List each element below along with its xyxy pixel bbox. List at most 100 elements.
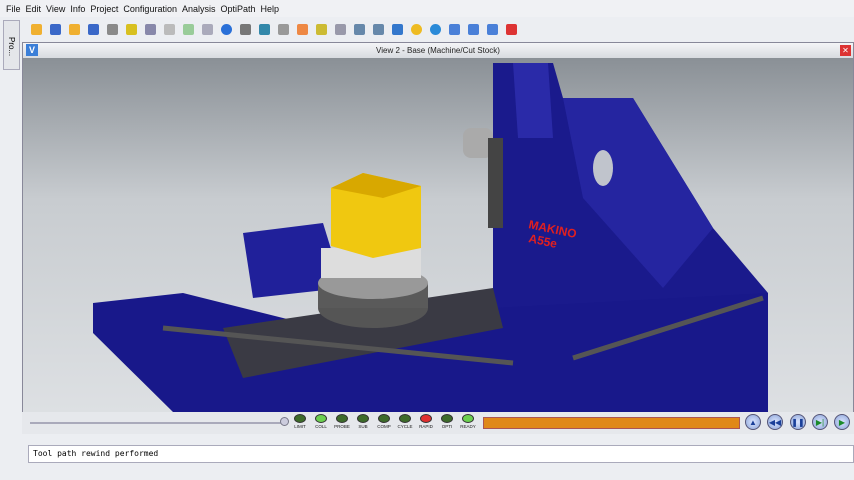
chart-button[interactable] (256, 21, 272, 37)
close-views-icon (505, 23, 517, 35)
open-folder-icon (30, 23, 42, 35)
tree-icon (144, 23, 156, 35)
indicator-light-icon (357, 414, 369, 423)
indicator-label: CYCLE (397, 424, 413, 429)
doc-icon (163, 23, 175, 35)
menu-optipath[interactable]: OptiPath (220, 4, 255, 14)
zoom-in-button[interactable] (351, 21, 367, 37)
indicator-label: OPTI (441, 424, 453, 429)
probe-icon (277, 23, 289, 35)
indicator-label: COMP (377, 424, 391, 429)
split-vertical-icon (467, 23, 479, 35)
step-back-button[interactable]: ◀◀ (767, 414, 783, 430)
machine-button[interactable] (237, 21, 253, 37)
monitor-button[interactable] (199, 21, 215, 37)
menu-project[interactable]: Project (90, 4, 118, 14)
shield-icon (125, 23, 137, 35)
open-button[interactable] (66, 21, 82, 37)
indicator-coll: COLL (313, 414, 329, 430)
simulation-controls: LIMIT COLL PROBE SUB COMP CYCLE RAPID OPTI READY… (22, 412, 854, 434)
split-vertical-button[interactable] (465, 21, 481, 37)
indicator-comp: COMP (376, 414, 392, 430)
check-doc-icon (182, 23, 194, 35)
tools-button[interactable] (104, 21, 120, 37)
info-icon (220, 23, 232, 35)
close-view-button[interactable]: ✕ (840, 45, 851, 56)
simulation-progress-bar (483, 417, 740, 429)
indicator-label: COLL (315, 424, 327, 429)
indicator-light-icon (315, 414, 327, 423)
indicator-cycle: CYCLE (397, 414, 413, 430)
tools-icon (106, 23, 118, 35)
menu-edit[interactable]: Edit (26, 4, 42, 14)
vericut-logo-icon: V (26, 44, 38, 56)
zoom-out-button[interactable] (370, 21, 386, 37)
sphere-button[interactable] (408, 21, 424, 37)
rotate-button[interactable] (427, 21, 443, 37)
fixture-button[interactable] (313, 21, 329, 37)
indicator-light-icon (462, 414, 474, 423)
single-view-icon (448, 23, 460, 35)
menu-bar: File Edit View Info Project Configuration Anal… (0, 0, 854, 17)
indicator-opti: OPTI (439, 414, 455, 430)
split-horizontal-icon (486, 23, 498, 35)
doc-button[interactable] (161, 21, 177, 37)
probe-button[interactable] (275, 21, 291, 37)
rotate-icon (429, 23, 441, 35)
monitor-icon (201, 23, 213, 35)
indicator-ready: READY (460, 414, 476, 430)
grid-button[interactable] (389, 21, 405, 37)
machine-icon (239, 23, 251, 35)
zoom-box-icon (334, 23, 346, 35)
machine-scene: MAKINO A55e (93, 63, 768, 412)
save-as-icon (87, 23, 99, 35)
split-horizontal-button[interactable] (484, 21, 500, 37)
stock-icon (296, 23, 308, 35)
single-step-button[interactable]: ▶| (812, 414, 828, 430)
shield-button[interactable] (123, 21, 139, 37)
indicator-label: RAPID (419, 424, 433, 429)
menu-file[interactable]: File (6, 4, 21, 14)
single-view-button[interactable] (446, 21, 462, 37)
open-folder-button[interactable] (28, 21, 44, 37)
menu-view[interactable]: View (46, 4, 65, 14)
save-as-button[interactable] (85, 21, 101, 37)
indicator-light-icon (294, 414, 306, 423)
project-panel-tab[interactable]: Pro... (3, 20, 20, 70)
indicator-limit: LIMIT (292, 414, 308, 430)
info-button[interactable] (218, 21, 234, 37)
toolbar (28, 20, 519, 38)
menu-configuration[interactable]: Configuration (123, 4, 177, 14)
indicator-light-icon (378, 414, 390, 423)
view-title-bar: V View 2 - Base (Machine/Cut Stock) ✕ (23, 43, 853, 58)
close-views-button[interactable] (503, 21, 519, 37)
indicator-light-icon (420, 414, 432, 423)
project-tab-label: Pro... (7, 37, 16, 57)
stock-button[interactable] (294, 21, 310, 37)
zoom-box-button[interactable] (332, 21, 348, 37)
pause-button[interactable]: ❚❚ (790, 414, 806, 430)
menu-info[interactable]: Info (70, 4, 85, 14)
play-button[interactable]: ▶ (834, 414, 850, 430)
3d-viewport[interactable]: MAKINO A55e (23, 58, 853, 412)
zoom-out-icon (372, 23, 384, 35)
chart-icon (258, 23, 270, 35)
indicator-label: PROBE (334, 424, 350, 429)
save-button[interactable] (47, 21, 63, 37)
rewind-button[interactable]: ▲ (745, 414, 761, 430)
indicator-rapid: RAPID (418, 414, 434, 430)
indicator-light-icon (399, 414, 411, 423)
save-icon (49, 23, 61, 35)
indicator-light-icon (441, 414, 453, 423)
speed-slider-handle[interactable] (280, 417, 289, 426)
menu-help[interactable]: Help (261, 4, 280, 14)
speed-slider-track[interactable] (30, 422, 288, 424)
check-doc-button[interactable] (180, 21, 196, 37)
status-log: Tool path rewind performed (28, 445, 854, 463)
view-window: V View 2 - Base (Machine/Cut Stock) ✕ MA… (22, 42, 854, 412)
indicator-probe: PROBE (334, 414, 350, 430)
menu-analysis[interactable]: Analysis (182, 4, 216, 14)
indicator-sub: SUB (355, 414, 371, 430)
tree-button[interactable] (142, 21, 158, 37)
indicator-light-icon (336, 414, 348, 423)
